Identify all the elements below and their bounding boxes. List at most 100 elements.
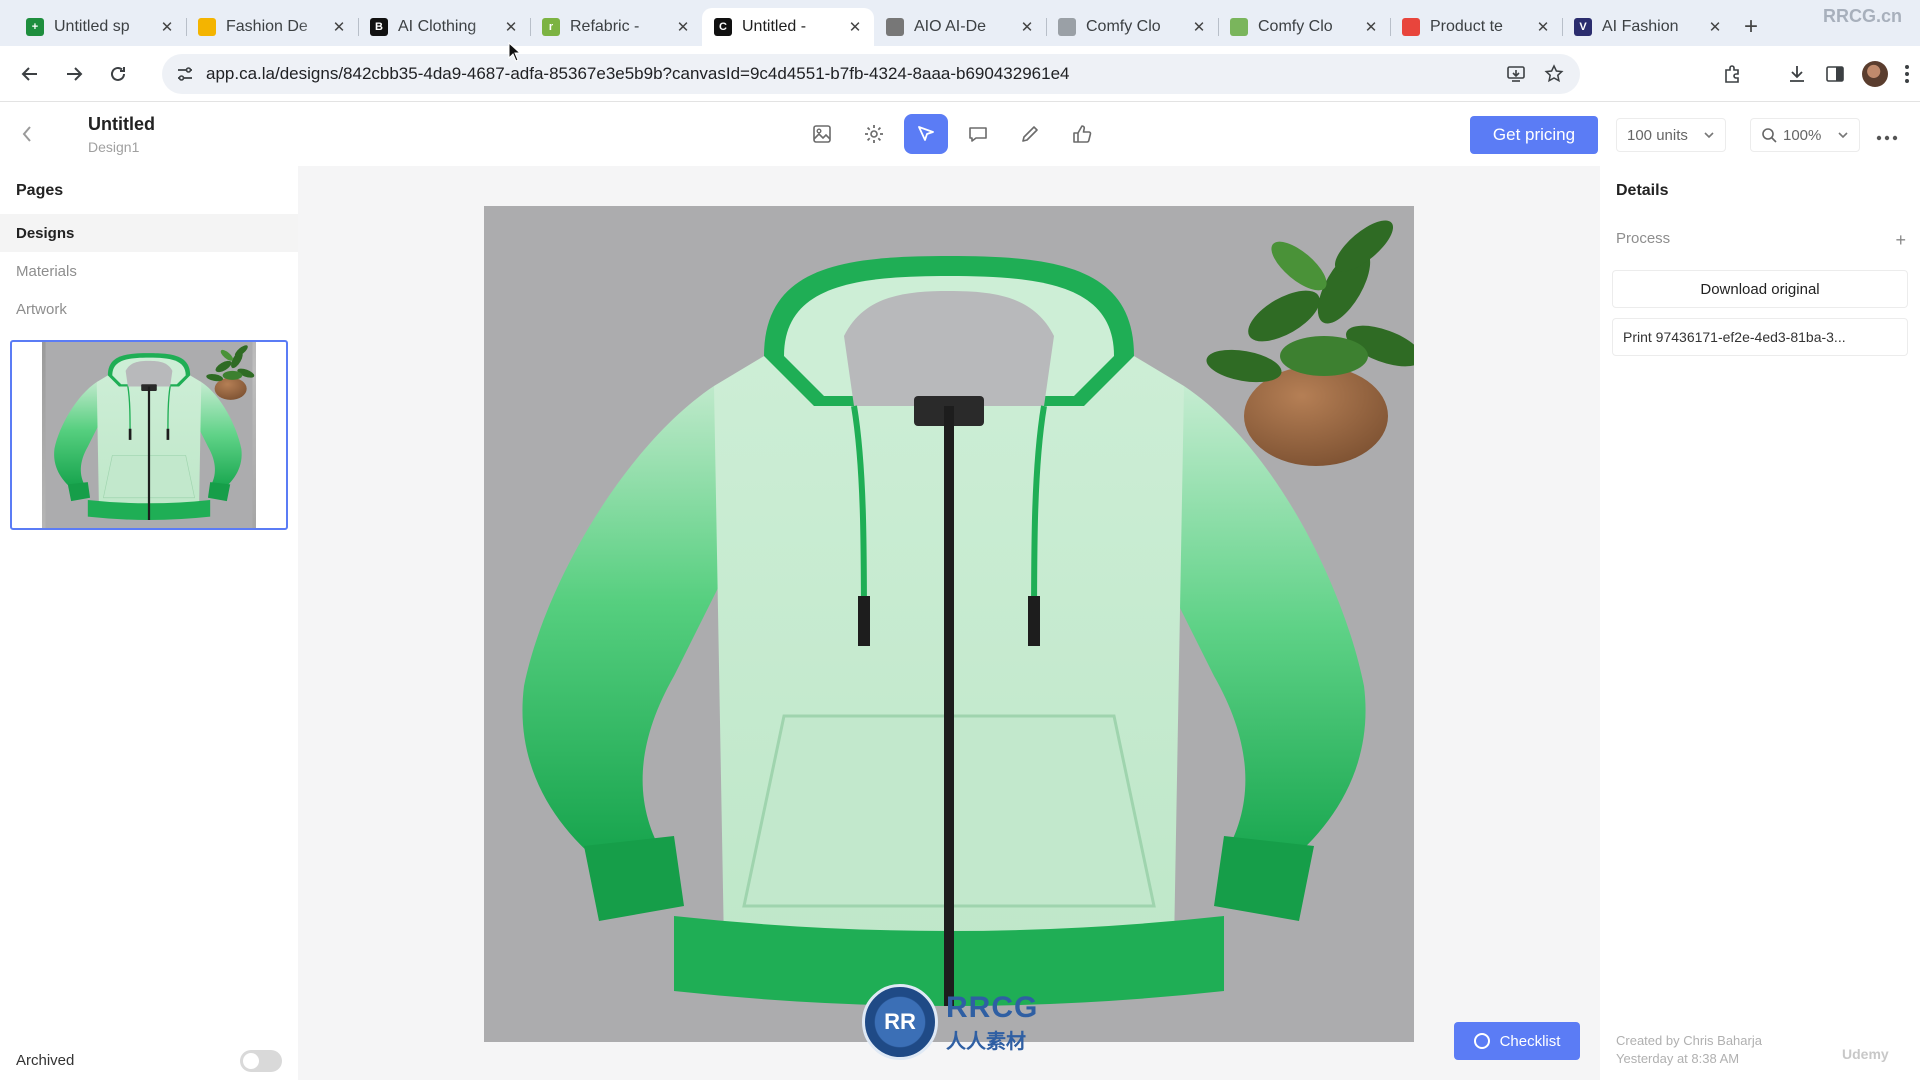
download-icon[interactable] — [1786, 63, 1808, 85]
design-title[interactable]: Untitled — [88, 114, 155, 135]
close-icon[interactable]: ✕ — [502, 18, 520, 36]
checklist-button[interactable]: Checklist — [1454, 1022, 1580, 1060]
address-bar[interactable]: app.ca.la/designs/842cbb35-4da9-4687-adf… — [162, 53, 1580, 94]
profile-avatar[interactable] — [1862, 60, 1888, 87]
settings-tool-button[interactable] — [852, 114, 896, 154]
select-tool-button[interactable] — [904, 114, 948, 154]
image-icon — [813, 125, 831, 143]
design-canvas[interactable]: Checklist — [298, 166, 1600, 1080]
globe-icon — [1058, 18, 1076, 36]
browser-tab[interactable]: Comfy Clo ✕ — [1218, 8, 1390, 46]
units-select[interactable]: 100 units — [1616, 118, 1726, 152]
tab-list: + Untitled sp ✕ Fashion De ✕ B AI Clothing ✕ r Re… — [14, 8, 1734, 46]
close-icon[interactable]: ✕ — [330, 18, 348, 36]
udemy-watermark: Udemy — [1842, 1046, 1889, 1062]
zoom-value: 100% — [1783, 126, 1822, 144]
browser-tab[interactable]: Comfy Clo ✕ — [1046, 8, 1218, 46]
tab-title: Untitled sp — [54, 18, 130, 35]
tab-title: AIO AI-De — [914, 18, 987, 35]
page-item-materials[interactable]: Materials — [0, 252, 298, 290]
download-original-button[interactable]: Download original — [1612, 270, 1908, 308]
artboard-image[interactable] — [484, 206, 1414, 1042]
canvas-toolbar — [800, 114, 1104, 154]
close-icon[interactable]: ✕ — [846, 18, 864, 36]
created-info: Created by Chris Baharja Yesterday at 8:… — [1616, 1032, 1762, 1068]
browser-tab[interactable]: Fashion De ✕ — [186, 8, 358, 46]
new-tab-button[interactable]: + — [1734, 8, 1768, 46]
search-icon — [1762, 128, 1777, 143]
arrow-left-icon — [21, 66, 37, 81]
close-icon[interactable]: ✕ — [1362, 18, 1380, 36]
browser-tab[interactable]: + Untitled sp ✕ — [14, 8, 186, 46]
aifashion-icon: V — [1574, 18, 1592, 36]
browser-tab[interactable]: B AI Clothing ✕ — [358, 8, 530, 46]
created-by-text: Created by Chris Baharja — [1616, 1033, 1762, 1048]
page-item-label: Materials — [16, 262, 77, 280]
close-icon[interactable]: ✕ — [1190, 18, 1208, 36]
comment-icon — [969, 127, 987, 142]
add-process-icon[interactable]: + — [1895, 230, 1906, 251]
reload-button[interactable] — [96, 54, 140, 94]
tab-title: AI Fashion — [1602, 18, 1679, 35]
design-subtitle: Design1 — [88, 139, 140, 155]
print-file-button[interactable]: Print 97436171-ef2e-4ed3-81ba-3... — [1612, 318, 1908, 356]
more-options-button[interactable] — [1876, 124, 1898, 147]
close-icon[interactable]: ✕ — [158, 18, 176, 36]
close-icon[interactable]: ✕ — [674, 18, 692, 36]
approve-tool-button[interactable] — [1060, 114, 1104, 154]
bookmark-star-icon[interactable] — [1544, 63, 1564, 84]
gear-icon — [865, 125, 883, 143]
close-icon[interactable]: ✕ — [1534, 18, 1552, 36]
page-item-artwork[interactable]: Artwork — [0, 290, 298, 328]
aio-icon — [886, 18, 904, 36]
tab-title: Comfy Clo — [1258, 18, 1333, 35]
watermark-brand: RRCG — [946, 990, 1039, 1024]
pages-sidebar: Pages Designs Materials Artwork Archived — [0, 166, 298, 1080]
checklist-progress-icon — [1473, 1033, 1490, 1049]
tab-title: Fashion De — [226, 18, 308, 35]
tab-title: Comfy Clo — [1086, 18, 1161, 35]
browser-tab[interactable]: V AI Fashion ✕ — [1562, 8, 1734, 46]
page-item-label: Artwork — [16, 300, 67, 318]
browser-toolbar: app.ca.la/designs/842cbb35-4da9-4687-adf… — [0, 46, 1920, 102]
browser-tab[interactable]: Product te ✕ — [1390, 8, 1562, 46]
units-value: 100 units — [1627, 126, 1688, 144]
details-heading: Details — [1616, 182, 1669, 199]
back-button[interactable] — [8, 54, 52, 94]
reload-icon — [111, 66, 125, 81]
kebab-menu-icon[interactable] — [1904, 64, 1910, 84]
page-item-label: Designs — [16, 224, 75, 242]
tab-title: Refabric - — [570, 18, 640, 35]
watermark-corner-text: RRCG.cn — [1822, 6, 1902, 26]
get-pricing-button[interactable]: Get pricing — [1470, 116, 1598, 154]
image-tool-button[interactable] — [800, 114, 844, 154]
design-thumbnail[interactable] — [10, 340, 288, 530]
watermark-logo: RR RRCG 人人素材 — [862, 984, 1038, 1060]
browser-tab[interactable]: AIO AI-De ✕ — [874, 8, 1046, 46]
browser-tab[interactable]: r Refabric - ✕ — [530, 8, 702, 46]
browser-tab[interactable]: C Untitled - ✕ — [702, 8, 874, 46]
archived-toggle[interactable] — [240, 1050, 282, 1072]
arrow-right-icon — [67, 66, 83, 81]
forward-button[interactable] — [52, 54, 96, 94]
page-item-designs[interactable]: Designs — [0, 214, 298, 252]
extensions-icon[interactable] — [1722, 63, 1744, 85]
slides-icon — [198, 18, 216, 36]
tab-title: Untitled - — [742, 18, 807, 35]
sheets-icon: + — [26, 18, 44, 36]
close-icon[interactable]: ✕ — [1018, 18, 1036, 36]
draw-tool-button[interactable] — [1008, 114, 1052, 154]
tab-title: Product te — [1430, 18, 1503, 35]
archived-label: Archived — [16, 1052, 75, 1069]
comment-tool-button[interactable] — [956, 114, 1000, 154]
chevron-left-icon[interactable] — [20, 124, 34, 144]
watermark-subtext: 人人素材 — [946, 1030, 1026, 1053]
chevron-down-icon — [1838, 132, 1848, 139]
side-panel-icon[interactable] — [1824, 63, 1846, 85]
process-label: Process — [1616, 230, 1671, 247]
close-icon[interactable]: ✕ — [1706, 18, 1724, 36]
zoom-select[interactable]: 100% — [1750, 118, 1860, 152]
install-app-icon[interactable] — [1506, 64, 1526, 84]
url-text[interactable]: app.ca.la/designs/842cbb35-4da9-4687-adf… — [206, 64, 1506, 84]
site-settings-icon[interactable] — [176, 65, 194, 83]
